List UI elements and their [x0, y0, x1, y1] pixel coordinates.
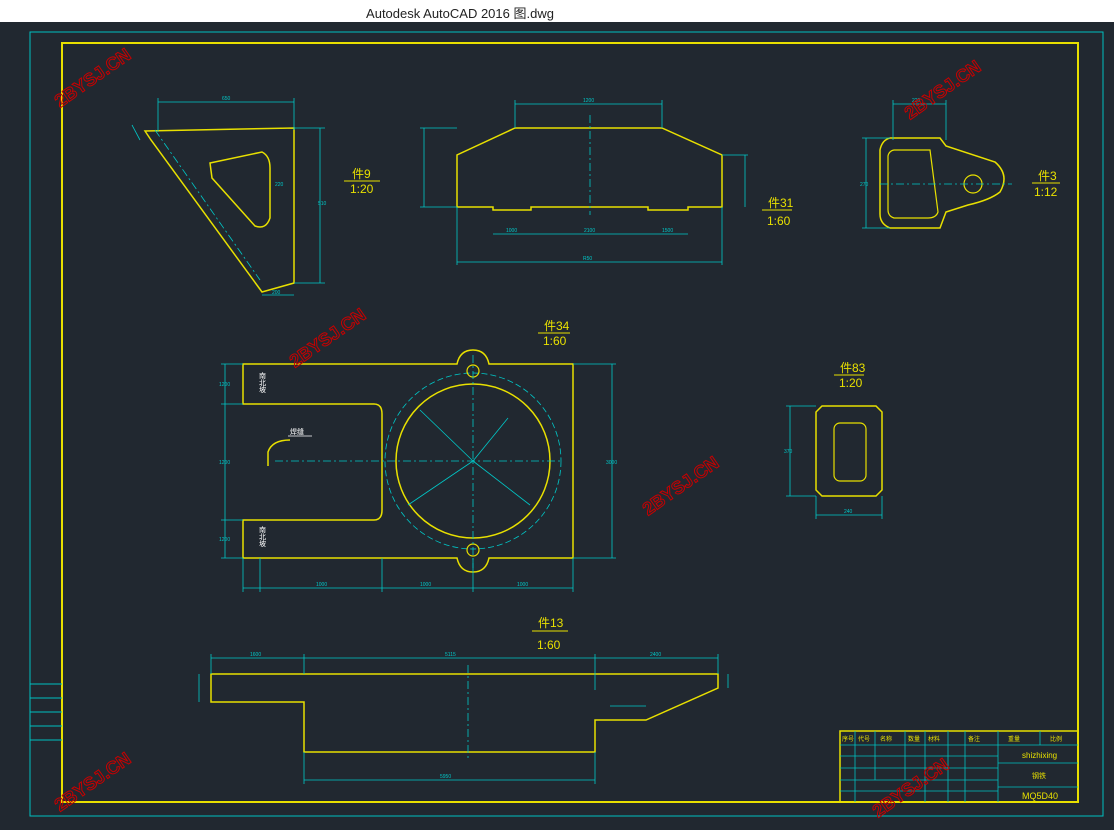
dim-label: 5115 — [445, 652, 456, 658]
plate-outline — [456, 127, 723, 211]
watermark-text: 2BYSJ.CN — [901, 56, 985, 123]
title-block[interactable]: 序号 代号 名称 数量 材料 备注 重量 比例 shizhixing 钢铁 MQ… — [839, 730, 1079, 803]
dim-label: 1000 — [517, 582, 528, 588]
dim-label: 1000 — [420, 582, 431, 588]
view-part-label: 件9 — [352, 167, 371, 181]
dim-label: 220 — [275, 182, 284, 188]
plate-cutout — [209, 151, 271, 228]
view-scale-label: 1:20 — [350, 182, 374, 196]
view-scale-label: 1:60 — [543, 334, 567, 348]
watermarks: 2BYSJ.CN 2BYSJ.CN 2BYSJ.CN 2BYSJ.CN 2BYS… — [50, 44, 985, 822]
view-part-label: 件31 — [768, 196, 794, 210]
view-part-83[interactable]: 370 240 件83 1:20 — [784, 361, 883, 519]
weld-hook — [267, 439, 291, 466]
dim-label: 2400 — [650, 652, 661, 658]
plate-outline — [879, 137, 1005, 229]
drawing-number: MQ5D40 — [1022, 791, 1058, 801]
dim-label: 3000 — [606, 460, 617, 466]
drawing-canvas[interactable]: 650 510 220 200 件9 1:20 1200 R50 2100 10… — [0, 22, 1114, 825]
title-block-label: 比例 — [1050, 735, 1062, 743]
dim-label: 1000 — [506, 228, 517, 234]
dim-label: 1200 — [219, 537, 230, 543]
view-part-label: 件13 — [538, 616, 564, 630]
center-line — [154, 129, 261, 281]
watermark-text: 2BYSJ.CN — [286, 304, 370, 371]
view-part-label: 件34 — [544, 319, 570, 333]
view-part-34[interactable]: 1000 1000 1000 3000 1200 1200 1200 南北坡 南… — [219, 319, 617, 592]
dimension-lines — [420, 100, 748, 265]
view-part-9[interactable]: 650 510 220 200 件9 1:20 — [131, 96, 380, 296]
view-part-3[interactable]: 220 270 件3 1:12 — [860, 98, 1060, 229]
dim-label: 1200 — [583, 98, 594, 104]
watermark-text: 2BYSJ.CN — [869, 754, 953, 821]
title-bar: Autodesk AutoCAD 2016 图.dwg — [0, 0, 1114, 22]
title-block-label: 备注 — [968, 735, 980, 743]
title-block-label: 序号 — [842, 735, 854, 743]
dim-label: 510 — [318, 201, 327, 207]
dim-label: 1200 — [219, 382, 230, 388]
dim-label: 1600 — [250, 652, 261, 658]
dim-label: 650 — [222, 96, 231, 102]
view-part-31[interactable]: 1200 R50 2100 1000 1500 件31 1:60 — [420, 98, 794, 265]
outer-border — [29, 31, 1104, 817]
title-block-label: 材料 — [928, 735, 940, 743]
watermark-text: 2BYSJ.CN — [51, 44, 135, 111]
dim-label: 5950 — [440, 774, 451, 780]
note-label: 南北坡 — [259, 371, 267, 394]
dim-label: R50 — [583, 256, 592, 262]
title-block-label: 名称 — [880, 735, 892, 743]
view-part-label: 件3 — [1038, 169, 1057, 183]
dim-label: 1500 — [662, 228, 673, 234]
weld-label: 焊缝 — [290, 427, 304, 436]
project-name: shizhixing — [1022, 751, 1057, 760]
dim-label: 270 — [860, 182, 869, 188]
dim-label: 1000 — [316, 582, 327, 588]
view-scale-label: 1:60 — [767, 214, 791, 228]
dim-label: 370 — [784, 449, 793, 455]
title-block-label: 代号 — [858, 735, 870, 743]
material-name: 钢铁 — [1032, 771, 1046, 780]
radius-leaders — [407, 409, 531, 506]
view-scale-label: 1:12 — [1034, 185, 1058, 199]
title-block-label: 数量 — [908, 735, 920, 743]
plate-outline — [143, 127, 295, 293]
view-scale-label: 1:20 — [839, 376, 863, 390]
view-part-label: 件83 — [840, 361, 866, 375]
dim-label: 240 — [844, 509, 853, 515]
dim-label: 200 — [272, 290, 281, 296]
left-margin-table — [30, 683, 62, 741]
dimension-lines — [862, 100, 947, 229]
watermark-text: 2BYSJ.CN — [639, 452, 723, 519]
center-lines — [275, 355, 560, 568]
watermark-text: 2BYSJ.CN — [51, 748, 135, 815]
plate-cutout — [833, 422, 867, 482]
view-scale-label: 1:60 — [537, 638, 561, 652]
plate-outline — [815, 405, 883, 497]
dim-label: 2100 — [584, 228, 595, 234]
dim-label: 1200 — [219, 460, 230, 466]
window-title: Autodesk AutoCAD 2016 图.dwg — [366, 6, 554, 21]
view-part-13[interactable]: 1600 5115 2400 5950 件13 1:60 — [198, 616, 729, 784]
note-label: 南北坡 — [259, 525, 267, 548]
title-block-label: 重量 — [1008, 735, 1020, 743]
inner-border — [61, 42, 1079, 803]
plate-outline — [210, 673, 719, 753]
